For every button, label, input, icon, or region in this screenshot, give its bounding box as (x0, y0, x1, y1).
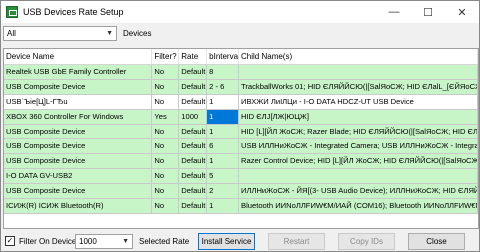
cell-child-names[interactable]: HID ЄЛЈ[ЛЖ|ЮЦЖ] (239, 109, 478, 124)
cell-device-name[interactable]: USB Composite Device (4, 139, 153, 154)
filter-on-device-checkbox[interactable]: ✓ (5, 236, 15, 246)
close-button[interactable]: Close (408, 233, 465, 250)
cell-filter[interactable]: No (152, 139, 180, 154)
minimize-button[interactable]: — (377, 1, 411, 23)
table-header: Device Name Filter? Rate bInterval Child… (4, 49, 478, 65)
cell-device-name[interactable]: XBOX 360 Controller For Windows (4, 109, 153, 124)
cell-device-name[interactable]: USB Composite Device (4, 79, 153, 94)
cell-child-names[interactable] (239, 169, 478, 184)
cell-child-names[interactable] (239, 65, 478, 79)
usb-app-icon (6, 6, 18, 18)
cell-filter[interactable]: No (152, 124, 180, 139)
cell-filter[interactable]: No (152, 169, 180, 184)
table-body: Realtek USB GbE Family Controller No Defau… (4, 65, 478, 214)
filter-bar: All ▼ Devices (1, 25, 479, 42)
cell-device-name[interactable]: USB Composite Device (4, 124, 153, 139)
device-filter-select[interactable]: All ▼ (3, 26, 117, 41)
devices-label: Devices (123, 29, 152, 38)
table-row[interactable]: USB`Ъie[Ц]L-ГЂu No Default 1 ИВХЖИ ЛиIЛЦи - … (4, 94, 478, 110)
title-bar: USB Devices Rate Setup — ☐ ✕ (1, 1, 479, 23)
table-row[interactable]: USB Composite Device No Default 2 ИЛЛНиЖоСЖ … (4, 184, 478, 200)
cell-rate[interactable]: Default (179, 94, 208, 109)
cell-filter[interactable]: No (152, 199, 180, 213)
close-window-button[interactable]: ✕ (445, 1, 479, 23)
selected-rate-label: Selected Rate (139, 237, 190, 246)
rate-select[interactable]: 1000 ▼ (75, 234, 133, 249)
copy-ids-button[interactable]: Copy IDs (338, 233, 395, 250)
chevron-down-icon: ▼ (106, 30, 113, 37)
cell-child-names[interactable]: TrackballWorks 01; HID ЄЛЯЙЙСЮ(|[SalЯоСЖ… (239, 79, 478, 94)
cell-rate[interactable]: Default (179, 79, 208, 94)
cell-device-name[interactable]: Realtek USB GbE Family Controller (4, 65, 153, 79)
cell-device-name[interactable]: USB Composite Device (4, 184, 153, 199)
cell-rate[interactable]: Default (179, 124, 208, 139)
cell-child-names[interactable]: ИЛЛНиЖоСЖ - ЙЯ[(3- USB Audio Device); ИЛ… (239, 184, 478, 199)
table-row[interactable]: USB Composite Device No Default 2 - 6 Trackb… (4, 79, 478, 95)
window-title: USB Devices Rate Setup (23, 7, 124, 17)
cell-filter[interactable]: No (152, 94, 180, 109)
cell-filter[interactable]: No (152, 154, 180, 169)
cell-binterval[interactable]: 1 (207, 199, 240, 213)
table-row[interactable]: XBOX 360 Controller For Windows Yes 1000 1 H… (4, 109, 478, 125)
cell-device-name[interactable]: IСИЖ(R) IСИЖ Bluetooth(R) (4, 199, 153, 213)
cell-rate[interactable]: Default (179, 139, 208, 154)
cell-device-name[interactable]: USB`Ъie[Ц]L-ГЂu (4, 94, 153, 109)
cell-binterval[interactable]: 2 (207, 184, 240, 199)
cell-rate[interactable]: Default (179, 154, 208, 169)
cell-filter[interactable]: No (152, 79, 180, 94)
table-row[interactable]: I-O DATA GV-USB2 No Default 5 (4, 169, 478, 185)
cell-rate[interactable]: 1000 (179, 109, 208, 124)
header-device-name[interactable]: Device Name (4, 49, 153, 64)
cell-binterval[interactable]: 8 (207, 65, 240, 79)
device-filter-value: All (7, 29, 16, 38)
filter-on-device-label: Filter On Device (19, 237, 77, 246)
table-row[interactable]: USB Composite Device No Default 1 HID [L][ЙЛ… (4, 124, 478, 140)
cell-device-name[interactable]: I-O DATA GV-USB2 (4, 169, 153, 184)
cell-child-names[interactable]: Razer Control Device; HID [L][ЙЛ ЖоСЖ; H… (239, 154, 478, 169)
device-table: Device Name Filter? Rate bInterval Child… (3, 48, 479, 229)
table-row[interactable]: IСИЖ(R) IСИЖ Bluetooth(R) No Default 1 Bluet… (4, 199, 478, 214)
cell-binterval[interactable]: 1 (207, 94, 240, 109)
bottom-bar: ✓ Filter On Device 1000 ▼ Selected Rate … (1, 232, 479, 252)
install-service-button[interactable]: Install Service (198, 233, 255, 250)
rate-select-value: 1000 (79, 237, 97, 246)
cell-device-name[interactable]: USB Composite Device (4, 154, 153, 169)
cell-binterval[interactable]: 1 (207, 124, 240, 139)
cell-rate[interactable]: Default (179, 65, 208, 79)
cell-rate[interactable]: Default (179, 169, 208, 184)
cell-rate[interactable]: Default (179, 184, 208, 199)
cell-filter[interactable]: No (152, 184, 180, 199)
cell-binterval[interactable]: 1 (207, 109, 240, 124)
header-binterval[interactable]: bInterval (207, 49, 240, 64)
restart-button[interactable]: Restart (268, 233, 325, 250)
cell-binterval[interactable]: 1 (207, 154, 240, 169)
table-row[interactable]: Realtek USB GbE Family Controller No Defau… (4, 65, 478, 80)
app-window: USB Devices Rate Setup — ☐ ✕ All ▼ Devic… (0, 0, 480, 252)
table-row[interactable]: USB Composite Device No Default 6 USB ИЛЛНиЖ… (4, 139, 478, 155)
maximize-button[interactable]: ☐ (411, 1, 445, 23)
header-filter[interactable]: Filter? (152, 49, 180, 64)
chevron-down-icon: ▼ (122, 238, 129, 245)
cell-filter[interactable]: Yes (152, 109, 180, 124)
cell-binterval[interactable]: 5 (207, 169, 240, 184)
cell-binterval[interactable]: 6 (207, 139, 240, 154)
cell-rate[interactable]: Default (179, 199, 208, 213)
cell-binterval[interactable]: 2 - 6 (207, 79, 240, 94)
cell-child-names[interactable]: Bluetooth ИИNоЛЛFИW€М/ИАЙ (COM16); Bluet… (239, 199, 478, 213)
cell-filter[interactable]: No (152, 65, 180, 79)
header-rate[interactable]: Rate (179, 49, 208, 64)
header-child-names[interactable]: Child Name(s) (239, 49, 478, 64)
cell-child-names[interactable]: ИВХЖИ ЛиIЛЦи - I-O DATA HDCZ-UT USB Devi… (239, 94, 478, 109)
table-row[interactable]: USB Composite Device No Default 1 Razer Cont… (4, 154, 478, 170)
window-controls: — ☐ ✕ (377, 1, 479, 23)
cell-child-names[interactable]: USB ИЛЛНиЖоСЖ - Integrated Camera; USB И… (239, 139, 478, 154)
cell-child-names[interactable]: HID [L][ЙЛ ЖоСЖ; Razer Blade; HID ЄЛЯЙЙС… (239, 124, 478, 139)
